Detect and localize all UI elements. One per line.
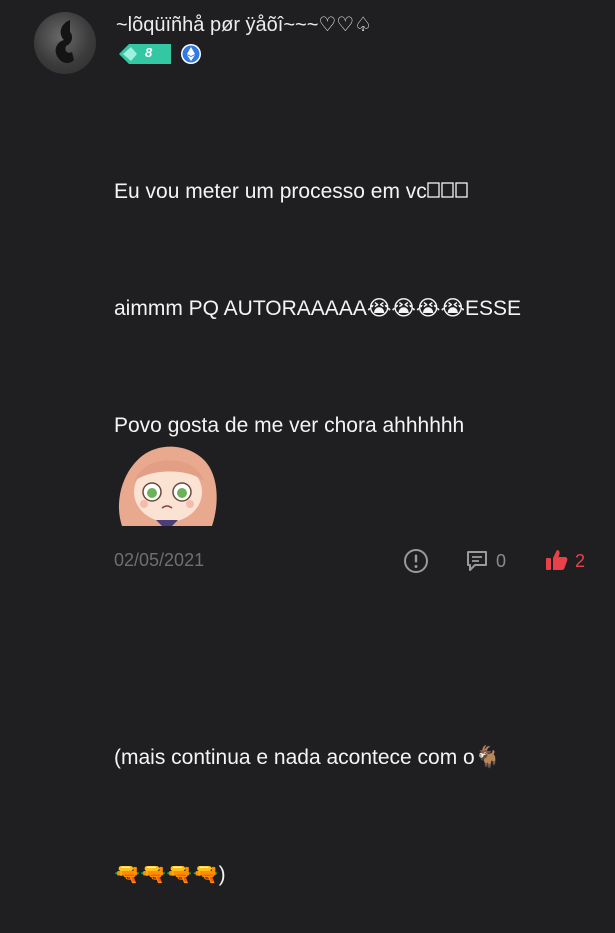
- comment-count: 0: [496, 551, 507, 571]
- unknown-glyph-icon: [427, 173, 469, 212]
- level-number: 8: [145, 45, 153, 60]
- water-pistol-icons: 🔫🔫🔫🔫: [114, 863, 219, 886]
- crying-face-icons: 😭😭😭😭: [366, 297, 465, 320]
- anime-girl-sticker[interactable]: [112, 442, 222, 526]
- message-line-3: Povo gosta de me ver chora ahhhhhh: [114, 414, 465, 437]
- ethereum-badge-icon: [180, 43, 202, 65]
- like-count: 2: [575, 551, 586, 571]
- message-line-2: aimmm PQ AUTORAAAAA😭😭😭😭ESSE: [114, 297, 522, 320]
- avatar[interactable]: [34, 12, 96, 74]
- message-line-4: (mais continua e nada acontece com o🐐: [114, 746, 501, 769]
- goat-icon: 🐐: [474, 746, 501, 769]
- author-name[interactable]: ~lõqüïñhå pør ÿåõî~~~♡♡♤: [116, 12, 372, 37]
- message-line-5: 🔫🔫🔫🔫): [114, 863, 226, 886]
- comment-icon[interactable]: [465, 549, 489, 573]
- thumbs-up-icon[interactable]: [545, 548, 569, 572]
- level-badge: 8: [119, 44, 171, 64]
- report-icon[interactable]: [403, 548, 429, 574]
- post-date: 02/05/2021: [114, 550, 205, 570]
- message-line-1: Eu vou meter um processo em vc: [114, 172, 584, 211]
